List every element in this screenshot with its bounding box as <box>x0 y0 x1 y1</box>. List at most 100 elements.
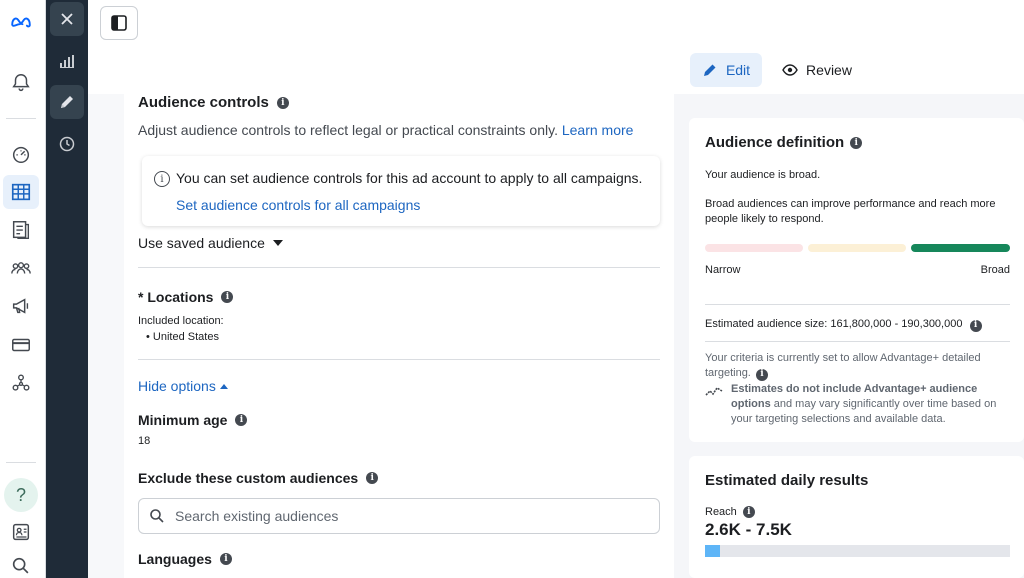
exclude-audiences-heading: Exclude these custom audiences i <box>138 470 379 486</box>
caret-down-icon <box>272 240 283 246</box>
search-audiences-input[interactable] <box>175 508 645 524</box>
languages-title: Languages <box>138 551 212 567</box>
notifications-button[interactable] <box>3 66 39 100</box>
info-icon[interactable]: i <box>755 368 768 381</box>
meter-narrow-label: Narrow <box>705 264 741 276</box>
people-icon <box>11 262 31 274</box>
info-icon[interactable]: i <box>235 414 248 426</box>
audience-definition-title: Audience definition <box>705 134 845 151</box>
edit-mode-button[interactable] <box>50 85 84 119</box>
audience-breadth-meter <box>705 244 1010 252</box>
criteria-line: Your criteria is currently set to allow … <box>705 351 985 381</box>
estimates-note: Estimates do not include Advantage+ audi… <box>731 382 1011 427</box>
document-icon <box>12 221 30 239</box>
locations-heading: * Locations i <box>138 289 234 305</box>
meter-mid-segment <box>808 244 906 252</box>
meter-broad-label: Broad <box>980 264 1010 276</box>
top-toolbar: Edit Review <box>88 0 1024 94</box>
audience-breadth-description: Broad audiences can improve performance … <box>705 198 996 225</box>
audience-breadth-text: Your audience is broad. <box>705 169 821 181</box>
search-icon <box>12 557 29 574</box>
audiences-button[interactable] <box>3 251 39 285</box>
estimated-daily-results-card: Estimated daily results Reach i 2.6K - 7… <box>689 456 1024 578</box>
pencil-icon <box>703 64 716 76</box>
info-icon[interactable]: i <box>969 319 982 332</box>
meter-broad-segment <box>911 244 1010 252</box>
left-navigation-rail: ? <box>0 0 46 578</box>
languages-heading: Languages i <box>138 551 232 567</box>
campaigns-button[interactable] <box>3 289 39 323</box>
locations-title: * Locations <box>138 289 214 305</box>
audience-definition-card: Audience definition i Your audience is b… <box>689 118 1024 442</box>
included-location-label: Included location: <box>138 315 224 327</box>
rail-divider-bottom <box>6 462 36 463</box>
reach-label-row: Reach i <box>705 506 755 518</box>
directory-button[interactable] <box>3 515 39 549</box>
meter-narrow-segment <box>705 244 803 252</box>
info-icon[interactable]: i <box>366 472 379 484</box>
audience-controls-panel: Audience controls i Adjust audience cont… <box>124 94 674 578</box>
minimum-age-value[interactable]: 18 <box>138 435 150 447</box>
search-icon <box>150 509 164 523</box>
set-audience-controls-link[interactable]: Set audience controls for all campaigns <box>176 197 420 213</box>
info-icon[interactable]: i <box>219 553 232 565</box>
account-controls-notice: i You can set audience controls for this… <box>142 156 660 226</box>
close-icon <box>61 13 73 25</box>
sidebar-toggle-icon <box>111 15 127 31</box>
info-circle-icon: i <box>154 171 170 187</box>
minimum-age-title: Minimum age <box>138 412 228 428</box>
audience-controls-heading: Audience controls i <box>138 94 289 111</box>
location-value: United States <box>152 331 219 343</box>
criteria-text: Your criteria is currently set to allow … <box>705 352 981 379</box>
meta-logo-icon <box>11 17 31 28</box>
caret-up-icon <box>219 383 228 389</box>
info-icon[interactable]: i <box>276 96 289 109</box>
history-button[interactable] <box>50 127 84 161</box>
eye-icon <box>782 64 798 76</box>
info-icon[interactable]: i <box>850 136 863 149</box>
pencil-icon <box>61 96 73 108</box>
info-icon[interactable]: i <box>742 506 755 518</box>
learn-more-link[interactable]: Learn more <box>562 122 634 138</box>
reach-label: Reach <box>705 506 737 518</box>
daily-results-title: Estimated daily results <box>705 472 869 489</box>
performance-button[interactable] <box>50 44 84 78</box>
estimates-note-rest: and may vary significantly over time bas… <box>731 398 997 425</box>
audience-search-box[interactable] <box>138 498 660 534</box>
help-icon: ? <box>15 484 26 505</box>
business-tools-button[interactable] <box>3 366 39 400</box>
credit-card-icon <box>12 338 30 352</box>
reach-bar-fill <box>705 545 720 557</box>
section-divider <box>138 267 660 268</box>
clock-icon <box>59 136 75 152</box>
use-saved-audience-dropdown[interactable]: Use saved audience <box>138 235 283 251</box>
help-button[interactable]: ? <box>4 478 38 512</box>
table-grid-icon <box>11 183 31 201</box>
audience-controls-subtitle: Adjust audience controls to reflect lega… <box>138 122 558 138</box>
megaphone-icon <box>12 298 29 314</box>
info-icon[interactable]: i <box>221 291 234 303</box>
search-nav-button[interactable] <box>3 549 39 578</box>
tab-edit[interactable]: Edit <box>690 53 762 87</box>
rail-divider <box>6 118 36 119</box>
pages-button[interactable] <box>3 213 39 247</box>
account-overview-button[interactable] <box>3 137 39 171</box>
audience-controls-description: Adjust audience controls to reflect lega… <box>138 122 633 138</box>
close-editor-button[interactable] <box>50 2 84 36</box>
billing-button[interactable] <box>3 328 39 362</box>
gauge-icon <box>12 146 30 163</box>
section-divider <box>138 359 660 360</box>
exclude-audiences-title: Exclude these custom audiences <box>138 470 359 486</box>
tab-review[interactable]: Review <box>772 53 862 87</box>
network-icon <box>12 374 30 391</box>
ads-manager-button[interactable] <box>3 175 39 209</box>
estimated-size-line: Estimated audience size: 161,800,000 - 1… <box>705 317 1015 332</box>
daily-results-heading: Estimated daily results <box>705 472 868 489</box>
reach-value: 2.6K - 7.5K <box>705 520 792 539</box>
contacts-icon <box>12 523 30 541</box>
toggle-panel-button[interactable] <box>100 6 138 40</box>
editor-tool-bar <box>46 0 88 578</box>
notice-text: You can set audience controls for this a… <box>176 170 643 186</box>
meta-logo-button[interactable] <box>3 5 39 39</box>
hide-options-toggle[interactable]: Hide options <box>138 378 228 394</box>
